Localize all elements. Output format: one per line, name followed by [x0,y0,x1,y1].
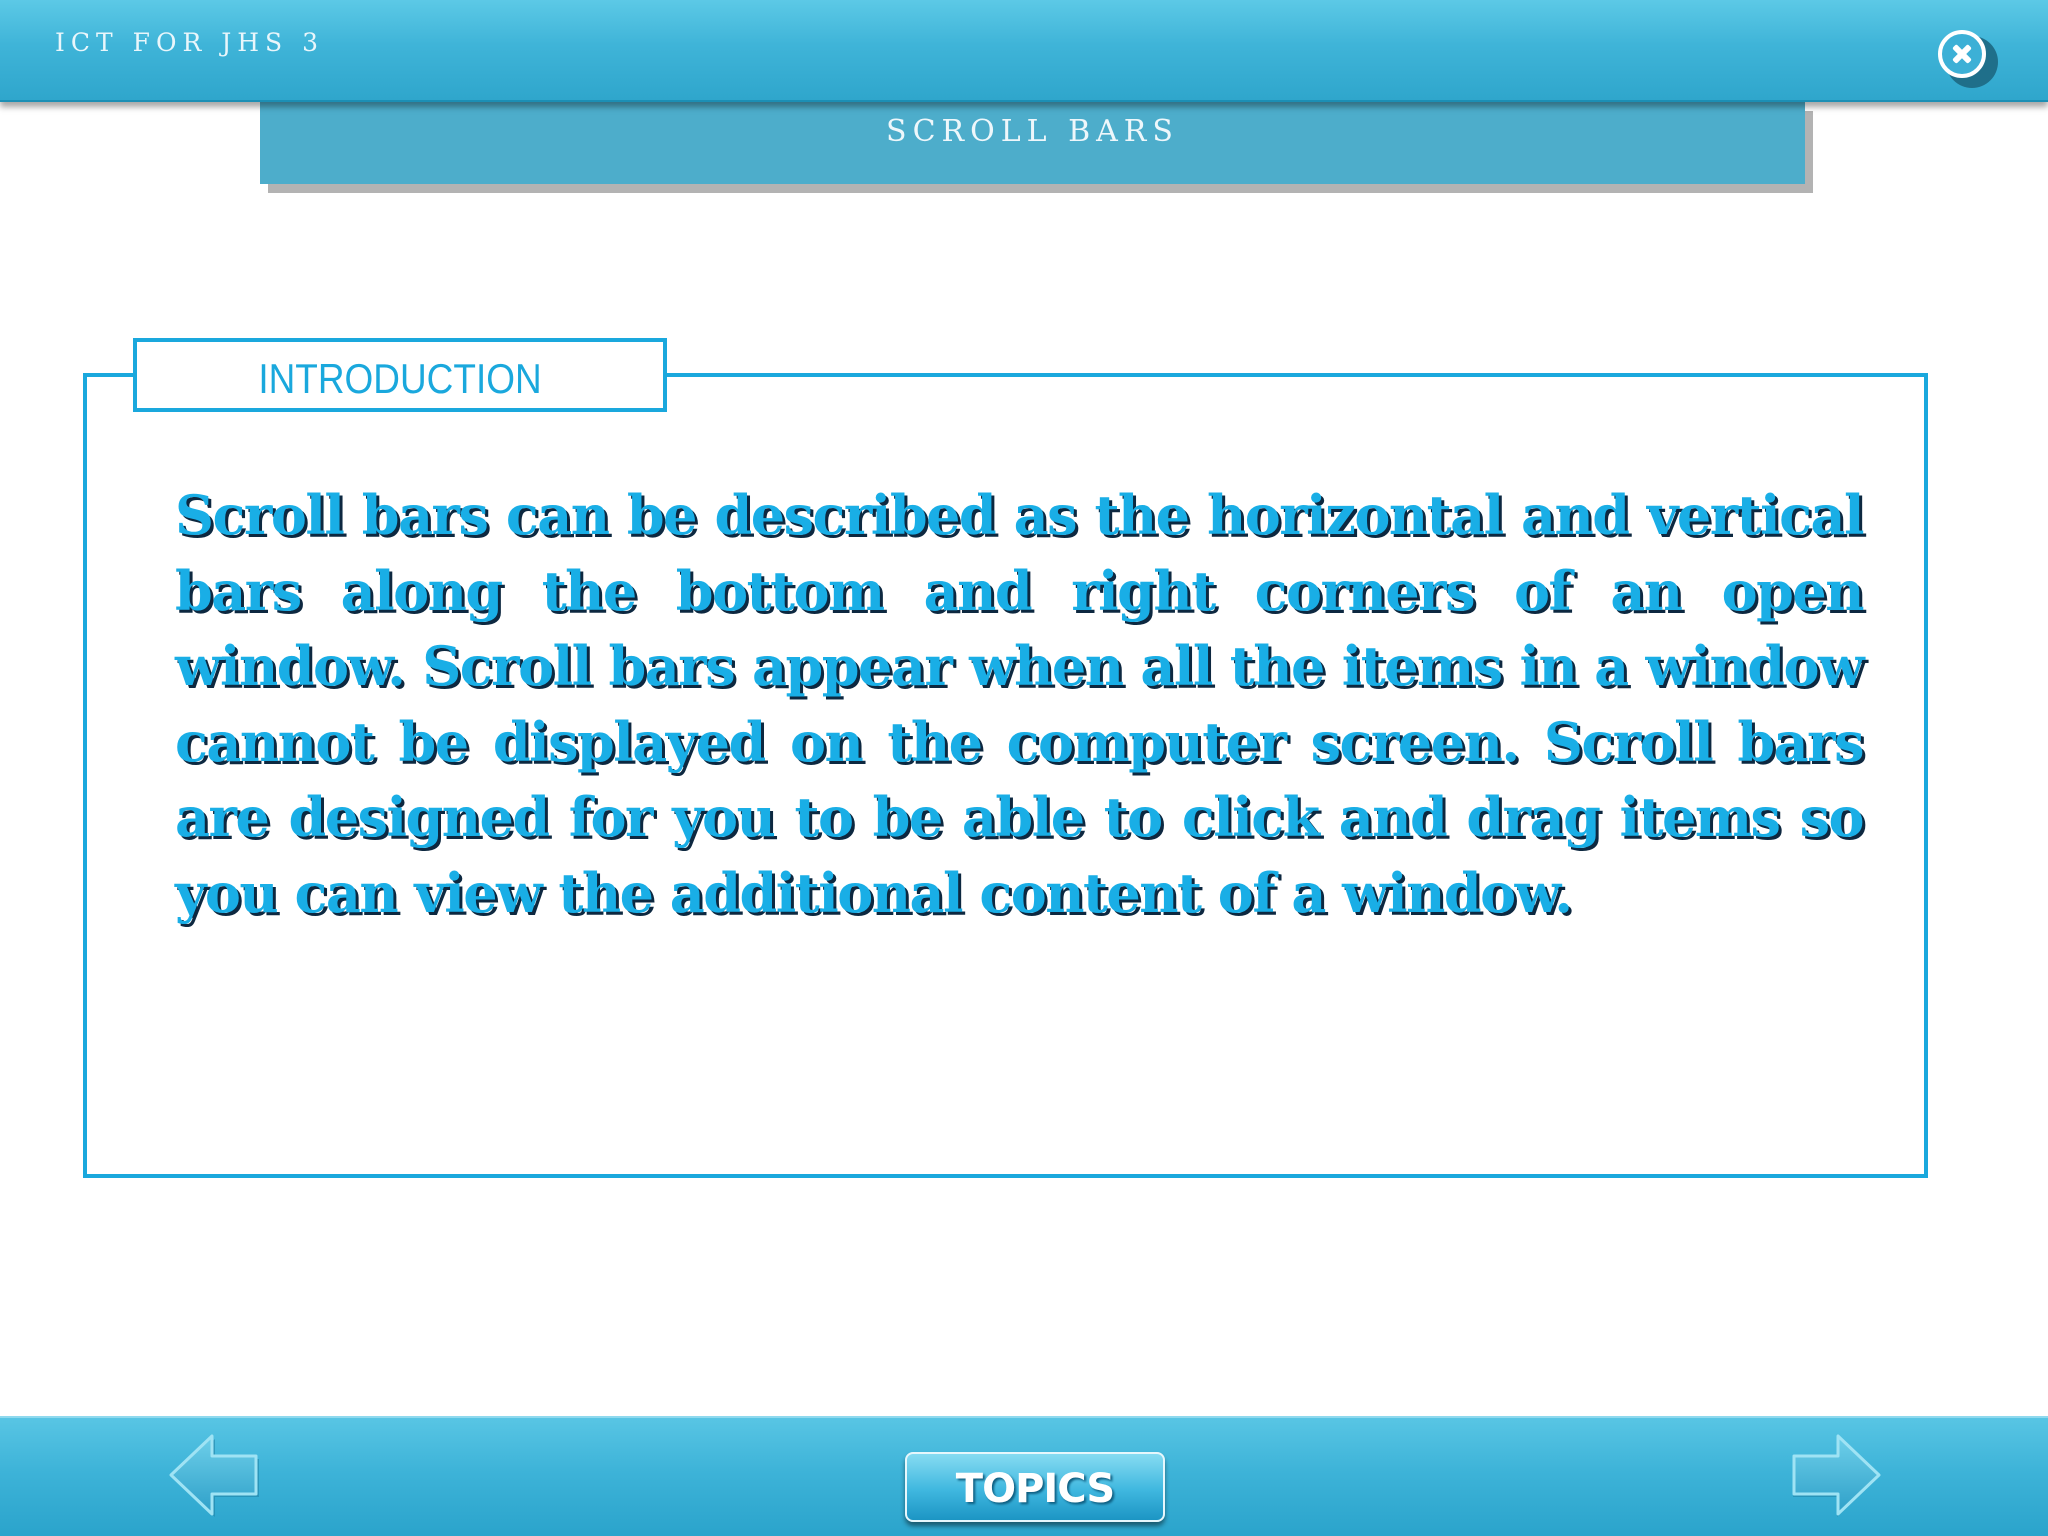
app-title: ICT FOR JHS 3 [55,28,325,57]
arrow-right-icon[interactable] [1790,1432,1882,1518]
arrow-left-icon[interactable] [168,1432,260,1518]
top-bar: ICT FOR JHS 3 [0,0,2048,102]
topics-button[interactable]: TOPICS [905,1452,1165,1522]
close-icon[interactable] [1938,30,1986,78]
slide-page: ICT FOR JHS 3 SCROLL BARS INTRODUCTION S… [0,0,2048,1536]
section-title: SCROLL BARS [886,114,1179,149]
section-banner: SCROLL BARS [260,102,1805,184]
close-button[interactable] [1938,30,1998,88]
intro-tab: INTRODUCTION [133,338,667,412]
topics-label: TOPICS [955,1466,1115,1512]
body-text: Scroll bars can be described as the hori… [175,483,1865,925]
intro-label: INTRODUCTION [258,355,542,402]
